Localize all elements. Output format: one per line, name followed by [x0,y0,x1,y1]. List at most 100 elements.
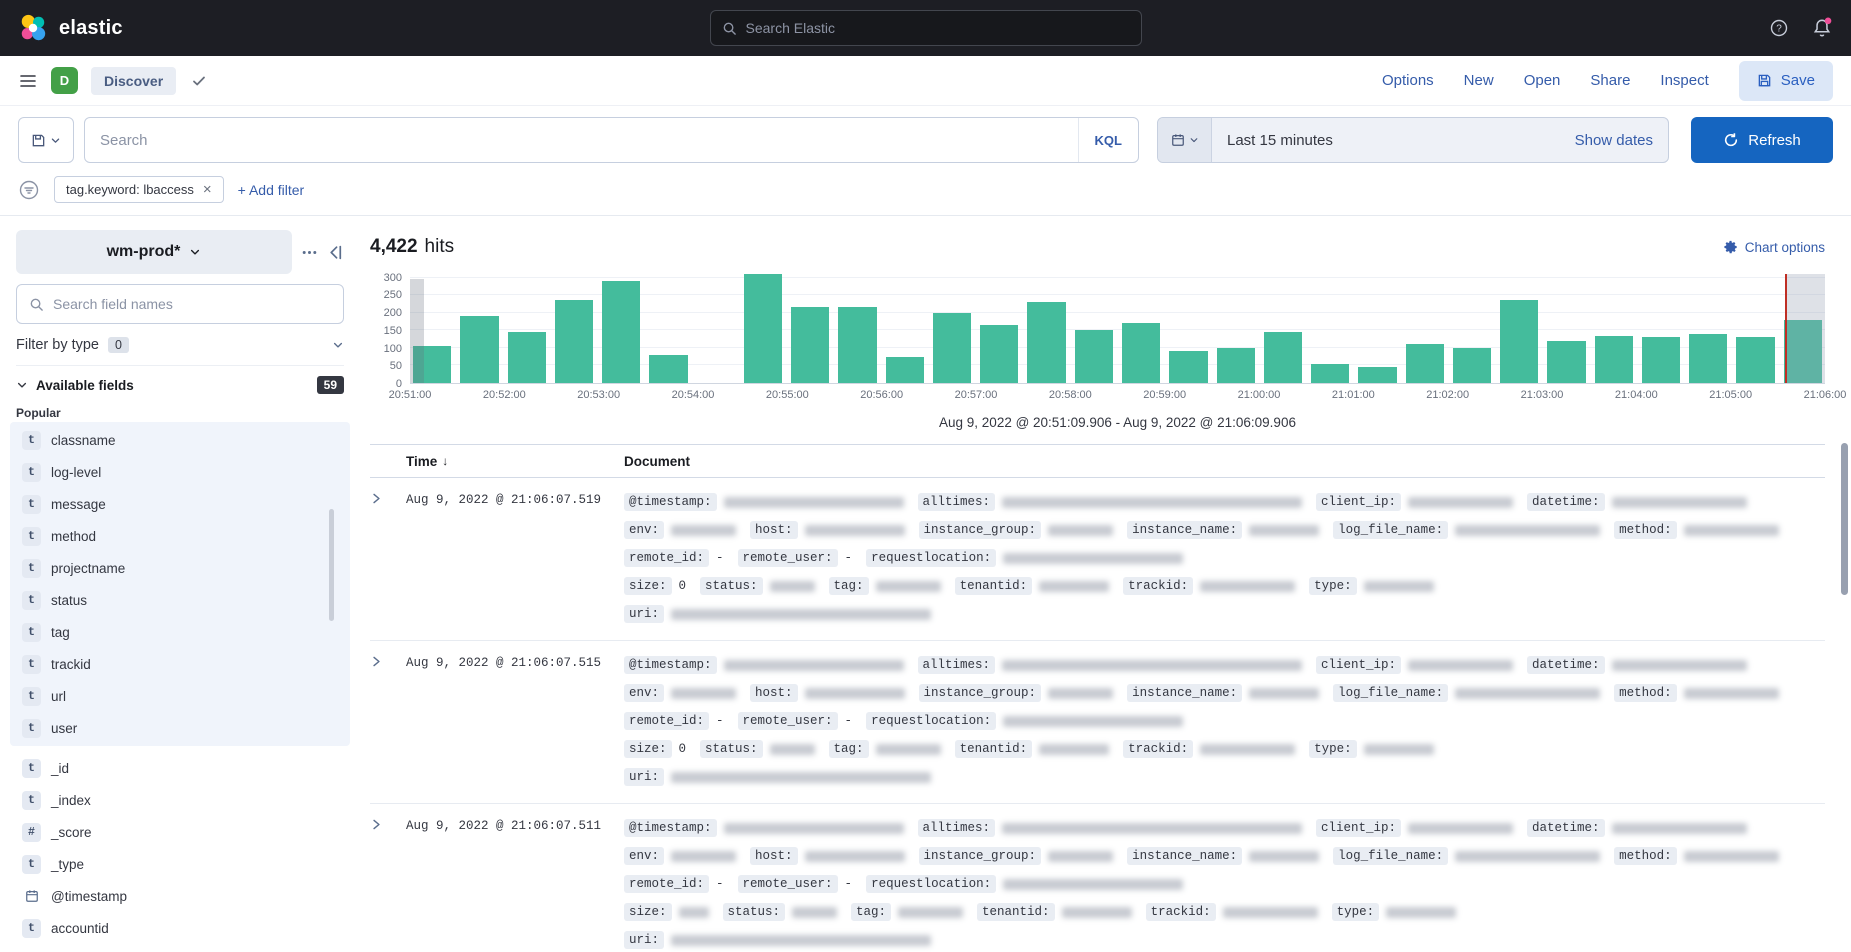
histogram-bar[interactable] [1122,323,1160,383]
redacted-value [671,935,931,946]
histogram-bar[interactable] [838,307,876,383]
histogram-bar[interactable] [1169,351,1207,383]
collapse-sidebar-icon[interactable] [327,244,344,261]
histogram-bar[interactable] [1264,332,1302,383]
filter-by-type[interactable]: Filter by type 0 [16,324,344,366]
expand-row-button[interactable] [370,492,383,505]
add-filter-link[interactable]: + Add filter [238,182,305,198]
filters-icon[interactable] [18,179,40,201]
histogram-bar[interactable] [555,300,593,383]
save-button[interactable]: Save [1739,61,1833,101]
doc-line: uri: [624,600,1815,628]
sidebar-scrollbar[interactable] [329,509,334,621]
field-item[interactable]: taccountid [16,912,344,944]
doc-field: requestlocation: [866,712,1183,730]
time-column-header[interactable]: Time ↓ [406,454,624,469]
toolbar-link-share[interactable]: Share [1590,72,1630,89]
field-item[interactable]: tclassname [16,424,344,456]
toolbar-link-options[interactable]: Options [1382,72,1434,89]
help-icon[interactable]: ? [1769,18,1789,38]
histogram-bar[interactable] [1547,341,1585,383]
field-item[interactable]: tprojectname [16,552,344,584]
field-item[interactable]: t_type [16,848,344,880]
histogram-bar[interactable] [886,357,924,383]
chart-options-button[interactable]: Chart options [1724,240,1825,255]
field-item[interactable]: ttrackid [16,648,344,680]
field-item[interactable]: t_index [16,784,344,816]
expand-row-button[interactable] [370,655,383,668]
histogram-bar[interactable] [1075,330,1113,383]
space-badge[interactable]: D [51,67,78,94]
histogram-bar[interactable] [744,274,782,383]
main-scrollbar[interactable] [1841,443,1848,595]
expand-row-button[interactable] [370,818,383,831]
doc-field-name: tenantid: [977,903,1055,921]
histogram-bar[interactable] [1689,334,1727,383]
field-item[interactable]: #_score [16,816,344,848]
query-language-badge[interactable]: KQL [1078,118,1138,162]
elastic-logo[interactable] [18,13,48,43]
show-dates-link[interactable]: Show dates [1560,132,1668,149]
field-item[interactable]: tlog-level [16,456,344,488]
histogram-bar[interactable] [649,355,687,383]
histogram-bar[interactable] [1027,302,1065,383]
menu-icon[interactable] [18,71,38,91]
app-root: elastic ? D Discover OptionsNewOpenSh [0,0,1851,952]
histogram-bar[interactable] [1595,336,1633,383]
field-item[interactable]: tuser [16,712,344,744]
histogram-bar[interactable] [1500,300,1538,383]
calendar-button[interactable] [1158,118,1212,162]
histogram-bar[interactable] [460,316,498,383]
field-item[interactable]: tmethod [16,520,344,552]
available-fields-header[interactable]: Available fields 59 [16,366,344,402]
toolbar-link-new[interactable]: New [1464,72,1494,89]
query-input[interactable] [85,132,1078,149]
field-search-input[interactable] [53,296,331,312]
histogram-bar[interactable] [508,332,546,383]
histogram-bar[interactable] [1736,337,1774,383]
string-field-icon: t [22,559,41,578]
histogram-bar[interactable] [791,307,829,383]
doc-field: requestlocation: [866,549,1183,567]
histogram-bar[interactable] [1217,348,1255,383]
x-tick-label: 21:01:00 [1332,389,1375,401]
global-search-input[interactable] [746,20,1130,36]
redacted-value [898,907,963,918]
field-search[interactable] [16,284,344,324]
histogram-bar[interactable] [933,313,971,383]
histogram-chart[interactable]: 050100150200250300 [370,274,1825,384]
doc-field-name: trackid: [1123,577,1193,595]
filter-pill[interactable]: tag.keyword: lbaccess × [54,176,224,203]
field-item[interactable]: t_id [16,752,344,784]
global-search[interactable] [710,10,1142,46]
notifications-icon[interactable] [1811,17,1833,39]
x-tick-label: 21:00:00 [1238,389,1281,401]
histogram-bar[interactable] [602,281,640,383]
toolbar-link-inspect[interactable]: Inspect [1660,72,1708,89]
breadcrumb[interactable]: Discover [91,67,176,95]
time-range-value[interactable]: Last 15 minutes [1212,132,1560,149]
dots-icon[interactable] [301,244,318,261]
field-item[interactable]: @timestamp [16,880,344,912]
field-item[interactable]: turl [16,680,344,712]
histogram-bar[interactable] [1642,337,1680,383]
field-item[interactable]: tstatus [16,584,344,616]
field-item[interactable]: tmessage [16,488,344,520]
histogram-bar[interactable] [1453,348,1491,383]
doc-field-name: host: [750,684,798,702]
refresh-button[interactable]: Refresh [1691,117,1833,163]
histogram-bar[interactable] [1311,364,1349,383]
histogram-bar[interactable] [1406,344,1444,383]
remove-filter-icon[interactable]: × [203,182,212,197]
data-view-picker[interactable]: wm-prod* [16,230,292,274]
y-tick-label: 300 [384,272,402,284]
doc-field: log_file_name: [1333,684,1600,702]
field-item[interactable]: ttag [16,616,344,648]
toolbar-link-open[interactable]: Open [1524,72,1561,89]
saved-query-button[interactable] [18,117,74,163]
histogram-bar[interactable] [980,325,1018,383]
histogram-bar[interactable] [1358,367,1396,383]
doc-field: remote_id:- [624,712,724,730]
redacted-value [671,525,736,536]
doc-field-name: env: [624,684,664,702]
